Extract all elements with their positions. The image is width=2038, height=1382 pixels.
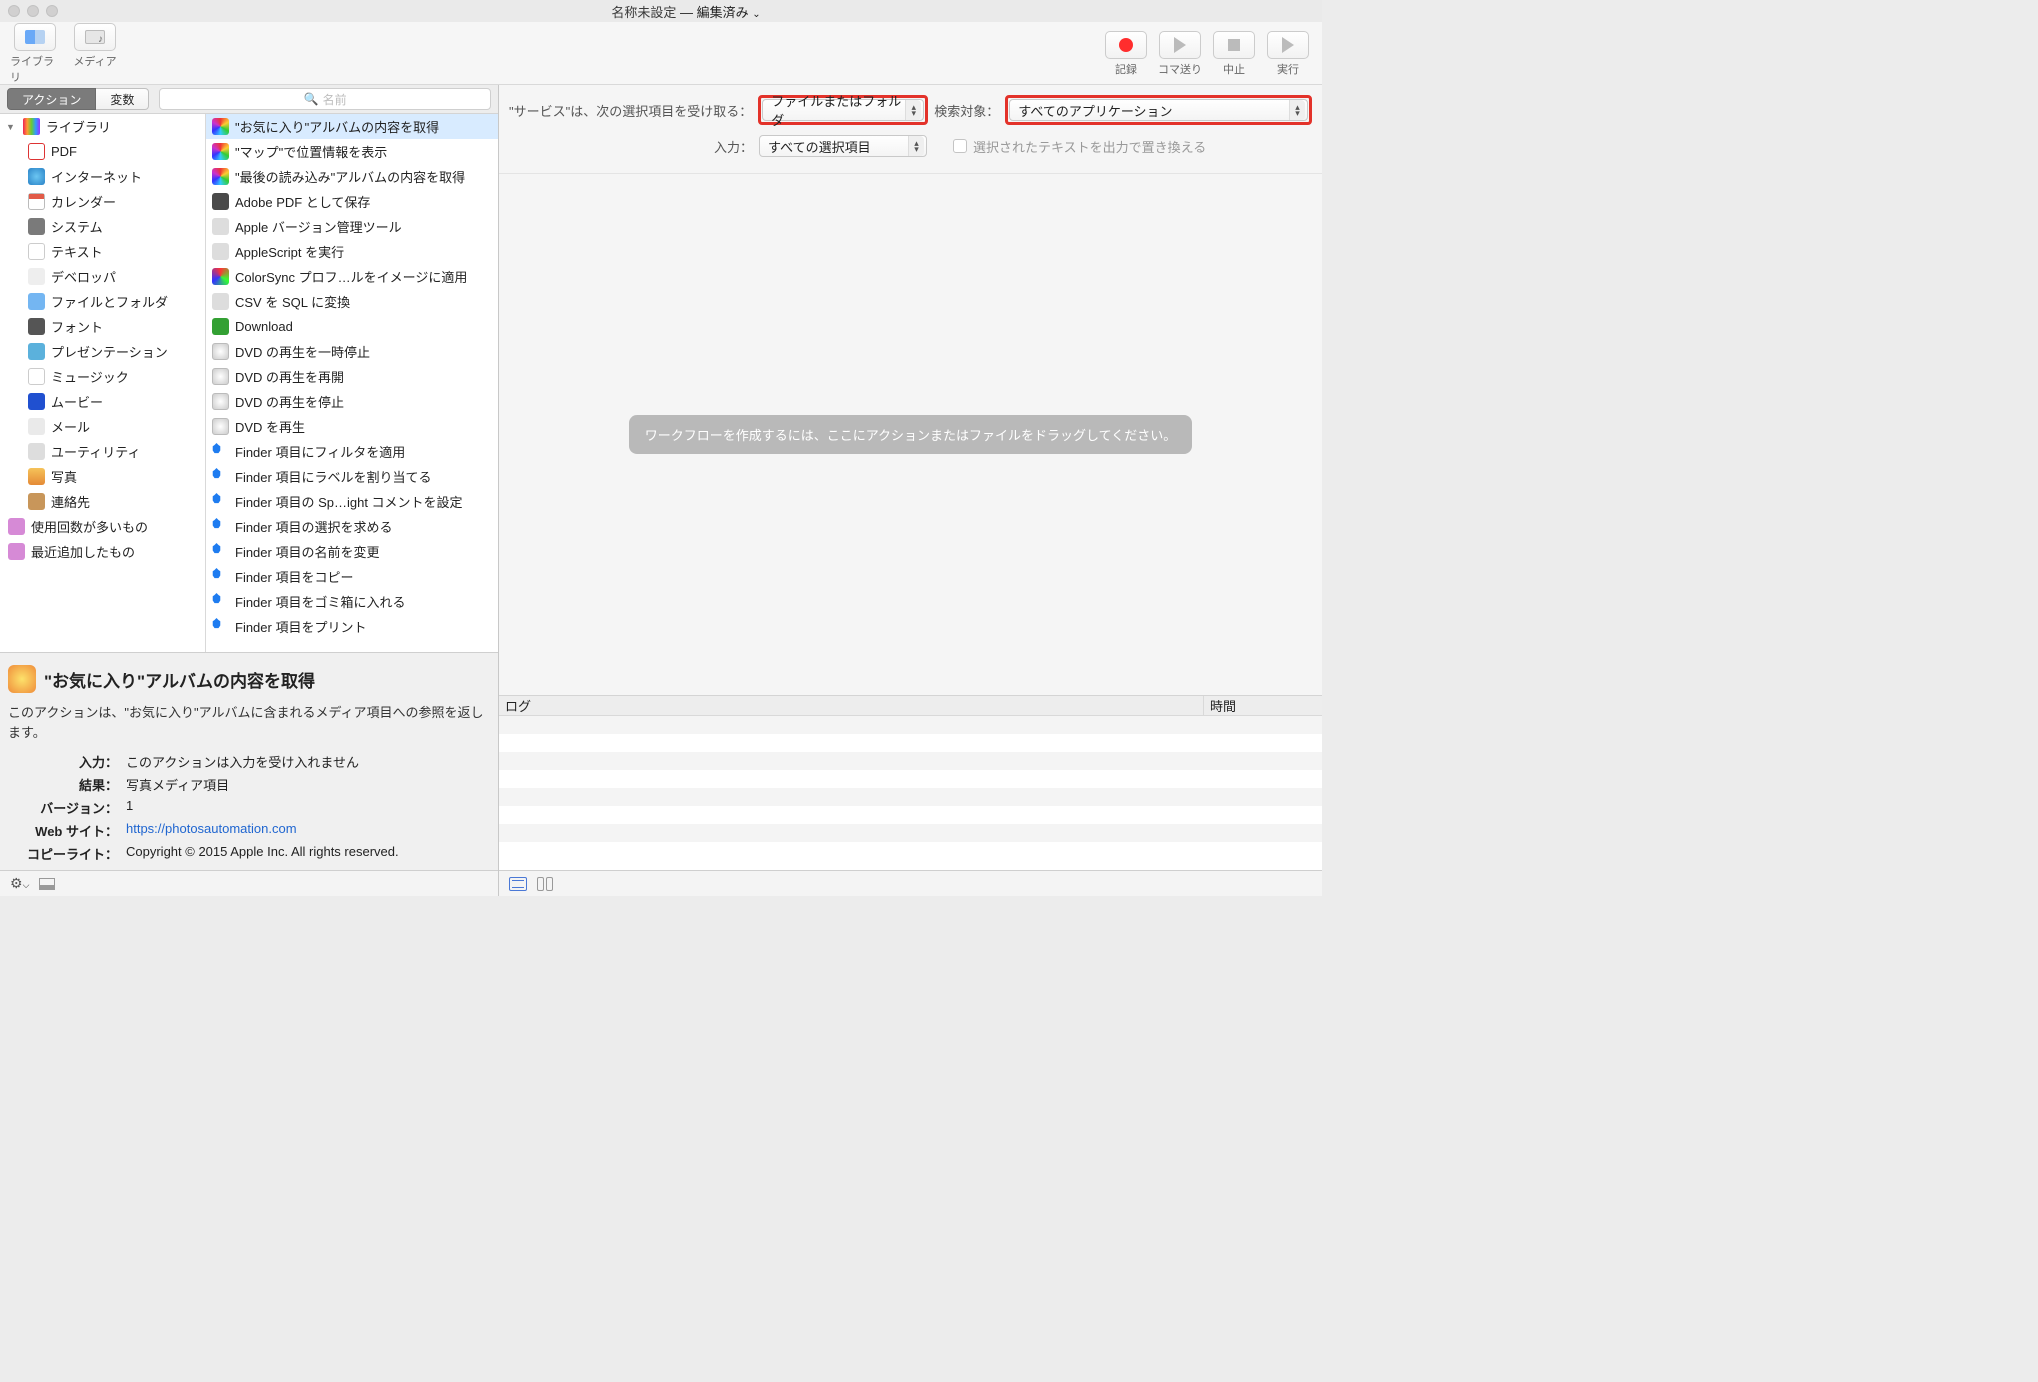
action-item[interactable]: Finder 項目をコピー xyxy=(206,564,498,589)
close-icon[interactable] xyxy=(8,5,20,17)
action-item[interactable]: Finder 項目にラベルを割り当てる xyxy=(206,464,498,489)
action-item[interactable]: DVD の再生を再開 xyxy=(206,364,498,389)
category-item[interactable]: フォント xyxy=(0,314,205,339)
window-controls[interactable] xyxy=(8,5,58,17)
drop-hint: ワークフローを作成するには、ここにアクションまたはファイルをドラッグしてください… xyxy=(629,415,1193,454)
photos-icon xyxy=(8,665,36,693)
search-in-select[interactable]: すべてのアプリケーション ▴▾ xyxy=(1009,99,1308,121)
action-item[interactable]: ColorSync プロフ…ルをイメージに適用 xyxy=(206,264,498,289)
zoom-icon[interactable] xyxy=(46,5,58,17)
action-list[interactable]: "お気に入り"アルバムの内容を取得"マップ"で位置情報を表示"最後の読み込み"ア… xyxy=(206,114,498,652)
action-item[interactable]: "お気に入り"アルバムの内容を取得 xyxy=(206,114,498,139)
category-item[interactable]: PDF xyxy=(0,139,205,164)
action-info-panel: "お気に入り"アルバムの内容を取得 このアクションは、"お気に入り"アルバムに含… xyxy=(0,652,498,870)
right-footer xyxy=(499,870,1322,896)
search-in-label: 検索対象： xyxy=(934,101,999,120)
highlight-box: すべてのアプリケーション ▴▾ xyxy=(1005,95,1312,125)
replace-checkbox[interactable] xyxy=(953,139,967,153)
tab-variables[interactable]: 変数 xyxy=(96,88,149,110)
chevron-updown-icon: ▴▾ xyxy=(908,136,924,156)
view-columns-icon[interactable] xyxy=(537,877,555,891)
toggle-description-icon[interactable] xyxy=(39,878,55,890)
action-item[interactable]: Finder 項目の Sp…ight コメントを設定 xyxy=(206,489,498,514)
action-item[interactable]: DVD の再生を一時停止 xyxy=(206,339,498,364)
category-item[interactable]: ミュージック xyxy=(0,364,205,389)
step-button[interactable]: コマ送り xyxy=(1156,31,1204,77)
category-item[interactable]: システム xyxy=(0,214,205,239)
smart-folder-item[interactable]: 最近追加したもの xyxy=(0,539,205,564)
action-item[interactable]: Finder 項目をプリント xyxy=(206,614,498,639)
time-column-header[interactable]: 時間 xyxy=(1204,696,1322,715)
search-input[interactable]: 🔍 名前 xyxy=(159,88,491,110)
record-icon xyxy=(1119,38,1133,52)
action-item[interactable]: "マップ"で位置情報を表示 xyxy=(206,139,498,164)
chevron-updown-icon: ▴▾ xyxy=(905,100,921,120)
step-icon xyxy=(1174,37,1186,53)
category-item[interactable]: テキスト xyxy=(0,239,205,264)
category-item[interactable]: インターネット xyxy=(0,164,205,189)
category-item[interactable]: 連絡先 xyxy=(0,489,205,514)
search-icon: 🔍 xyxy=(304,92,319,106)
replace-label: 選択されたテキストを出力で置き換える xyxy=(973,137,1206,156)
info-description: このアクションは、"お気に入り"アルバムに含まれるメディア項目への参照を返します… xyxy=(8,703,490,742)
action-item[interactable]: Finder 項目にフィルタを適用 xyxy=(206,439,498,464)
category-item[interactable]: プレゼンテーション xyxy=(0,339,205,364)
log-column-header[interactable]: ログ xyxy=(499,696,1204,715)
category-item[interactable]: メール xyxy=(0,414,205,439)
smart-folder-item[interactable]: 使用回数が多いもの xyxy=(0,514,205,539)
library-root[interactable]: ▼ライブラリ xyxy=(0,114,205,139)
action-item[interactable]: Adobe PDF として保存 xyxy=(206,189,498,214)
stop-icon xyxy=(1228,39,1240,51)
window-title[interactable]: 名称未設定 — 編集済み ⌄ xyxy=(58,2,1314,21)
category-item[interactable]: ファイルとフォルダ xyxy=(0,289,205,314)
gear-icon[interactable]: ⚙︎⌵ xyxy=(10,875,29,892)
service-receives-select[interactable]: ファイルまたはフォルダ ▴▾ xyxy=(762,99,924,121)
media-button[interactable]: メディア xyxy=(70,23,120,85)
minimize-icon[interactable] xyxy=(27,5,39,17)
left-footer: ⚙︎⌵ xyxy=(0,870,498,896)
action-item[interactable]: Finder 項目をゴミ箱に入れる xyxy=(206,589,498,614)
service-config: "サービス"は、次の選択項目を受け取る： ファイルまたはフォルダ ▴▾ 検索対象… xyxy=(499,85,1322,174)
category-item[interactable]: デベロッパ xyxy=(0,264,205,289)
stop-button[interactable]: 中止 xyxy=(1210,31,1258,77)
info-title: "お気に入り"アルバムの内容を取得 xyxy=(44,667,315,692)
action-item[interactable]: Apple バージョン管理ツール xyxy=(206,214,498,239)
view-list-icon[interactable] xyxy=(509,877,527,891)
play-icon xyxy=(1282,37,1294,53)
chevron-down-icon: ⌄ xyxy=(752,9,760,20)
action-item[interactable]: Finder 項目の名前を変更 xyxy=(206,539,498,564)
highlight-box: ファイルまたはフォルダ ▴▾ xyxy=(758,95,928,125)
action-item[interactable]: "最後の読み込み"アルバムの内容を取得 xyxy=(206,164,498,189)
action-item[interactable]: CSV を SQL に変換 xyxy=(206,289,498,314)
library-tabs: アクション 変数 xyxy=(7,88,149,110)
input-select[interactable]: すべての選択項目 ▴▾ xyxy=(759,135,927,157)
action-item[interactable]: DVD を再生 xyxy=(206,414,498,439)
chevron-updown-icon: ▴▾ xyxy=(1289,100,1305,120)
titlebar: 名称未設定 — 編集済み ⌄ xyxy=(0,0,1322,22)
action-item[interactable]: AppleScript を実行 xyxy=(206,239,498,264)
log-body xyxy=(499,716,1322,870)
info-website-link[interactable]: https://photosautomation.com xyxy=(126,821,297,836)
category-list[interactable]: ▼ライブラリPDFインターネットカレンダーシステムテキストデベロッパファイルとフ… xyxy=(0,114,206,652)
category-item[interactable]: 写真 xyxy=(0,464,205,489)
action-item[interactable]: Finder 項目の選択を求める xyxy=(206,514,498,539)
disclosure-triangle-icon[interactable]: ▼ xyxy=(6,122,15,132)
workflow-canvas[interactable]: ワークフローを作成するには、ここにアクションまたはファイルをドラッグしてください… xyxy=(499,174,1322,695)
run-button[interactable]: 実行 xyxy=(1264,31,1312,77)
media-icon xyxy=(85,30,105,44)
log-panel: ログ 時間 xyxy=(499,695,1322,870)
category-item[interactable]: カレンダー xyxy=(0,189,205,214)
category-item[interactable]: ムービー xyxy=(0,389,205,414)
library-toggle-button[interactable]: ライブラリ xyxy=(10,23,60,85)
action-item[interactable]: DVD の再生を停止 xyxy=(206,389,498,414)
record-button[interactable]: 記録 xyxy=(1102,31,1150,77)
input-label: 入力： xyxy=(714,137,753,156)
library-icon xyxy=(25,30,45,44)
service-receives-label: "サービス"は、次の選択項目を受け取る： xyxy=(509,101,752,120)
category-item[interactable]: ユーティリティ xyxy=(0,439,205,464)
toolbar: ライブラリ メディア 記録 コマ送り 中止 実行 xyxy=(0,22,1322,85)
action-item[interactable]: Download xyxy=(206,314,498,339)
tab-actions[interactable]: アクション xyxy=(7,88,96,110)
